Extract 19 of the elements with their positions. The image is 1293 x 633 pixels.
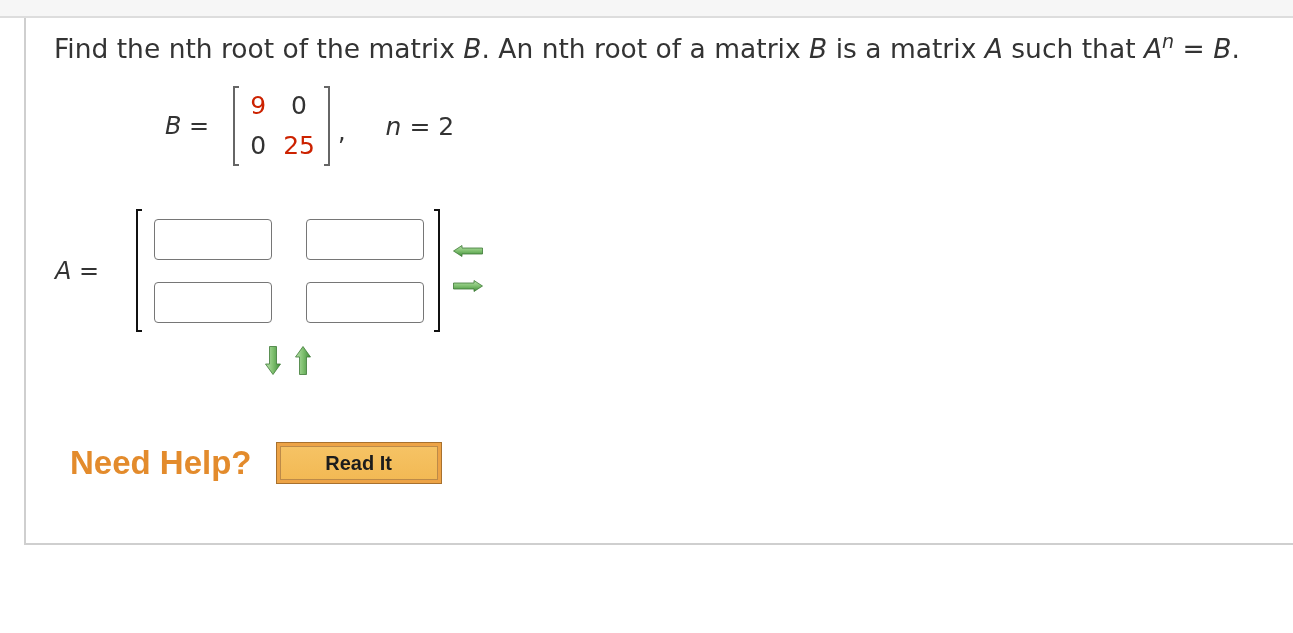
matrix-label: A = (54, 256, 100, 285)
right-arrow-icon[interactable] (453, 279, 484, 292)
up-arrow-icon[interactable] (295, 346, 312, 375)
matrix-entry: 9 (249, 90, 268, 122)
matrix-input-field[interactable] (306, 282, 425, 323)
matrix-input-field[interactable] (306, 219, 425, 260)
help-label: Need Help? (70, 444, 252, 482)
matrix-separator: , (337, 117, 346, 146)
down-arrow-icon[interactable] (265, 346, 282, 375)
question-text: Find the nth root of the matrix B. An nth root of a matrix B is a matrix A such that A$^{n}$ = B. (54, 34, 1240, 64)
matrix-input-field[interactable] (154, 219, 273, 260)
matrix-label: B = (165, 112, 210, 140)
matrix-input-field[interactable] (154, 282, 273, 323)
read-it-button[interactable]: Read It (275, 442, 442, 484)
matrix-entry: 25 (282, 130, 316, 162)
left-arrow-icon[interactable] (453, 244, 484, 257)
parameter-text: n = 2 (385, 111, 455, 141)
matrix-entry: 0 (249, 130, 268, 162)
matrix-entry: 0 (290, 90, 308, 122)
